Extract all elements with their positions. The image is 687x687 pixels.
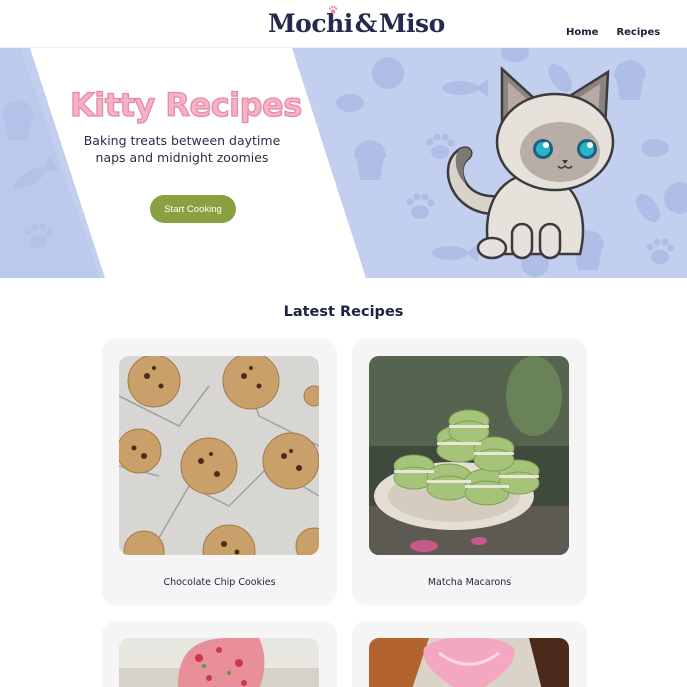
strawberry-roll-photo <box>119 638 319 687</box>
hero-subtitle: Baking treats between daytime naps and m… <box>62 132 302 166</box>
hero-title: Kitty Recipes <box>69 85 303 124</box>
macarons-photo <box>369 356 569 555</box>
recipe-card-4[interactable] <box>352 621 587 687</box>
site-logo[interactable]: Mochi & Miso <box>268 5 445 40</box>
recipe-card-chocolate-chip-cookies[interactable]: Chocolate Chip Cookies <box>102 339 337 605</box>
recipe-card-3[interactable] <box>102 621 337 687</box>
logo-text-miso: Miso <box>378 8 445 38</box>
recipe-card-matcha-macarons[interactable]: Matcha Macarons <box>352 339 587 605</box>
cookies-photo <box>119 356 319 555</box>
recipe-card-title: Chocolate Chip Cookies <box>163 577 276 588</box>
logo-ampersand: & <box>354 8 378 38</box>
recipe-card-title: Matcha Macarons <box>427 577 512 588</box>
latest-recipes-heading: Latest Recipes <box>283 304 404 320</box>
pastry-photo <box>369 638 569 687</box>
hero-subtitle-line-2: naps and midnight zoomies <box>95 150 269 165</box>
nav-link-recipes[interactable]: Recipes <box>616 27 660 38</box>
start-cooking-button[interactable]: Start Cooking <box>150 195 236 223</box>
hero-subtitle-line-1: Baking treats between daytime <box>83 133 281 148</box>
nav-link-home[interactable]: Home <box>566 27 598 38</box>
paw-icon <box>328 5 338 14</box>
cat-mascot-illustration <box>446 66 615 260</box>
logo-text-mochi: Mochi <box>268 8 353 38</box>
site-header: Mochi & Miso Home Recipes <box>0 0 687 48</box>
main-nav: Home Recipes <box>566 27 660 38</box>
hero-banner: Kitty Recipes Baking treats between dayt… <box>0 48 687 278</box>
